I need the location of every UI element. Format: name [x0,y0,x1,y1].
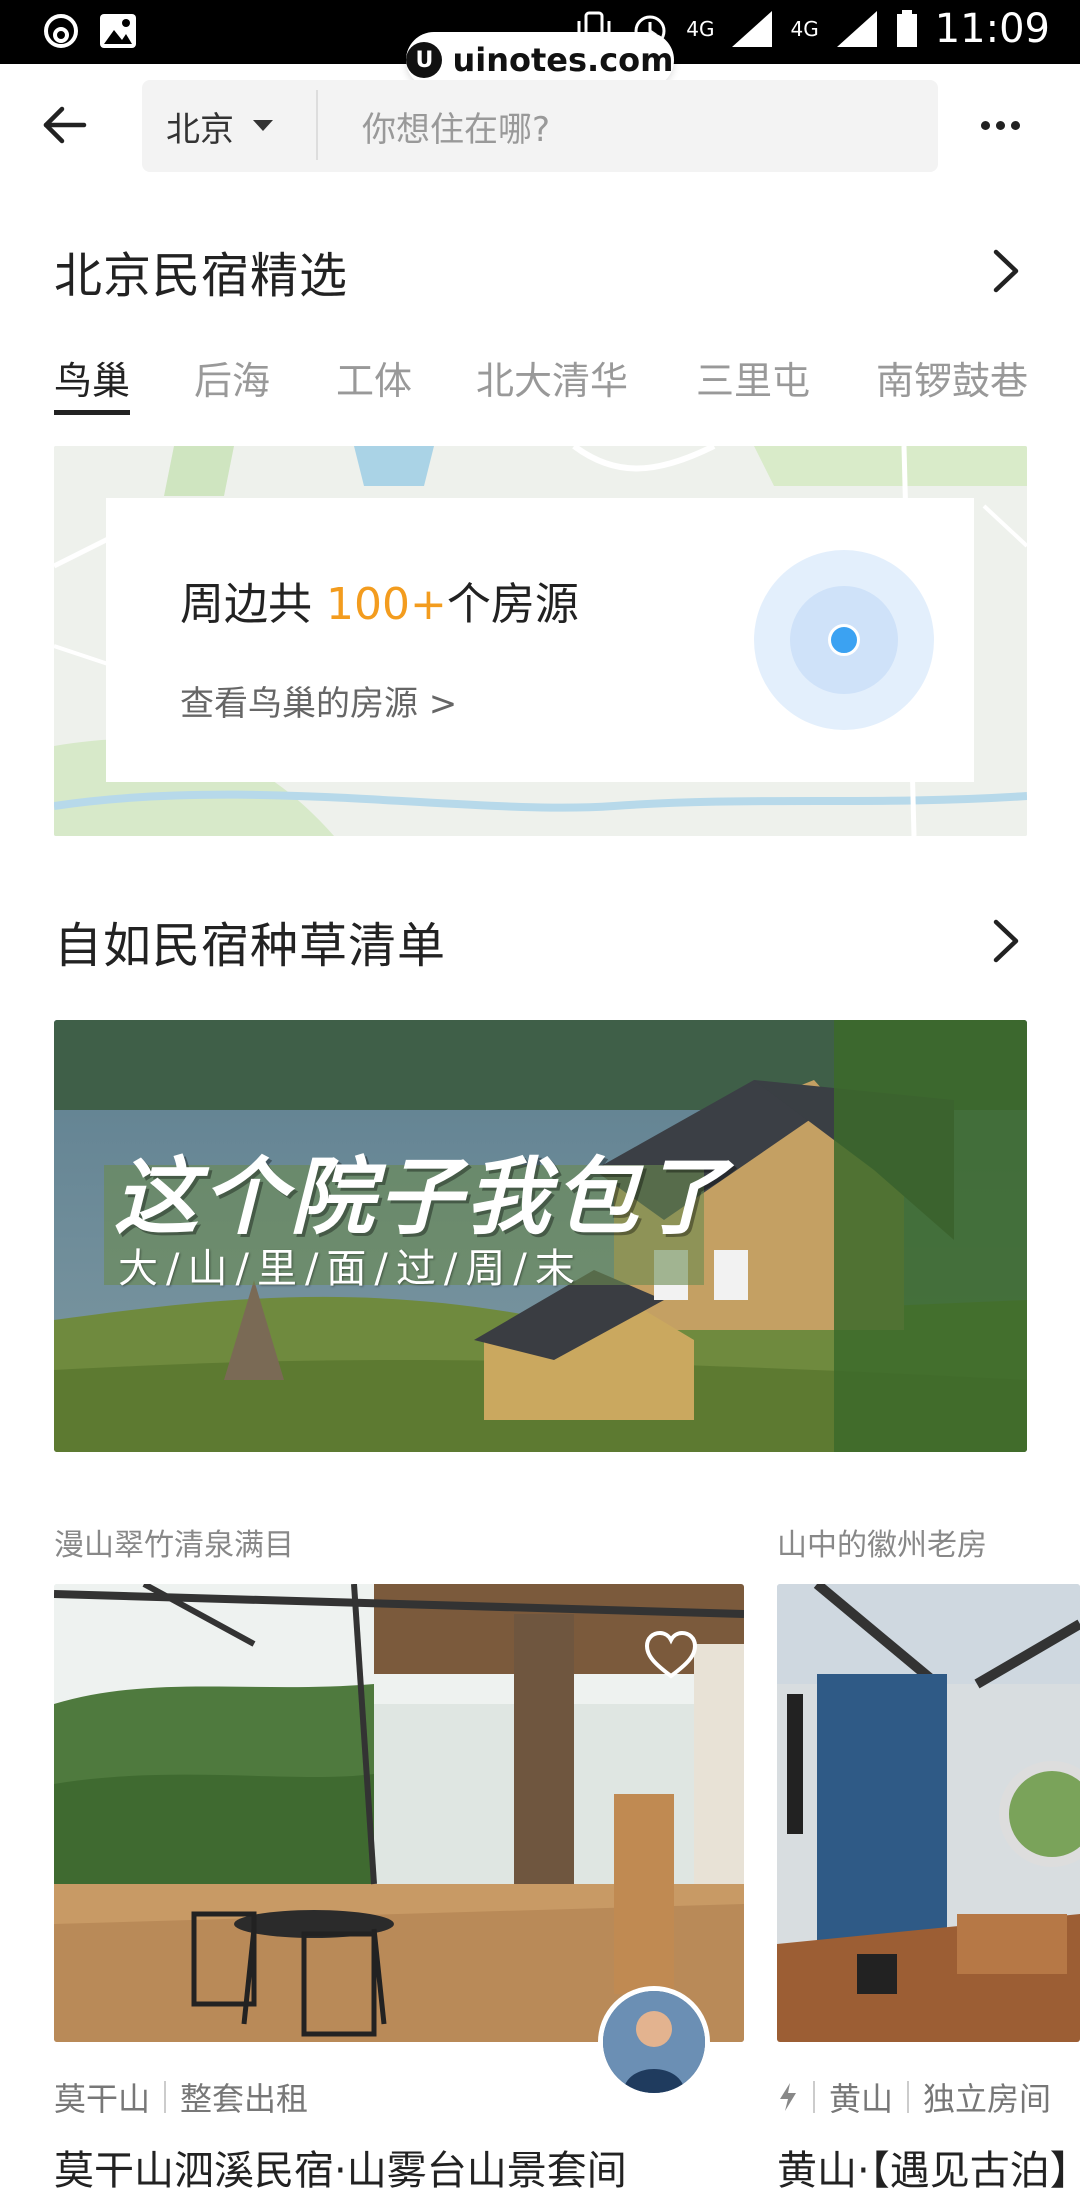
listing-photo [777,1584,1080,2042]
signal-icon-2 [836,11,877,47]
battery-icon [896,10,917,47]
tab-pku-tsinghua[interactable]: 北大清华 [476,350,628,405]
tab-houhai[interactable]: 后海 [194,350,270,405]
chevron-right-icon[interactable] [986,246,1026,296]
listing-type: 整套出租 [180,2080,309,2118]
view-listings-link[interactable]: 查看鸟巢的房源 > [180,676,457,725]
tab-gongti[interactable]: 工体 [336,350,412,405]
host-avatar[interactable] [598,1986,710,2098]
favorite-heart-icon[interactable] [643,1630,699,1680]
meta-separator [164,2081,167,2113]
status-time: 11:09 [934,6,1050,52]
section-title-beijing: 北京民宿精选 [54,248,349,304]
listing-card-image[interactable] [54,1584,744,2042]
listing-meta: 黄山 独立房间 [777,2074,1051,2120]
watermark-logo-icon: U [406,42,443,78]
map-card[interactable]: 周边共 100+个房源 查看鸟巢的房源 > [54,446,1027,836]
listing-name[interactable]: 莫干山泗溪民宿·山雾台山景套间 [54,2138,627,2196]
signal-icon [732,11,773,47]
listing-meta: 莫干山 整套出租 [54,2074,308,2120]
banner-subtitle: 大/山/里/面/过/周/末 [118,1246,583,1292]
back-arrow-icon[interactable] [40,100,90,150]
banner-title: 这个院子我包了 [114,1148,731,1246]
more-dot-icon [995,120,1005,130]
meta-separator [907,2081,910,2113]
count-suffix: 个房源 [446,579,579,630]
flash-icon [780,2083,796,2111]
listing-location: 莫干山 [54,2080,151,2118]
search-bar[interactable]: 北京 你想住在哪? [142,80,938,172]
search-input[interactable]: 你想住在哪? [362,80,550,172]
count-value: 100+ [326,579,447,630]
more-dot-icon [980,120,990,130]
location-dot [828,624,860,656]
count-prefix: 周边共 [180,579,326,630]
city-selector[interactable]: 北京 [166,80,274,172]
app-notification-icon [44,14,78,48]
network-type-1: 4G [686,17,715,41]
city-label: 北京 [166,109,234,150]
listing-photo [54,1584,744,2042]
listing-location: 黄山 [829,2080,894,2118]
more-options-button[interactable] [970,100,1030,150]
watermark-text: uinotes.com [452,41,674,79]
tab-sanlitun[interactable]: 三里屯 [696,350,810,405]
listing-category: 山中的徽州老房 [777,1528,987,1563]
map-info-card: 周边共 100+个房源 查看鸟巢的房源 > [106,498,974,782]
location-halo [790,586,898,694]
image-notification-icon [100,14,136,48]
dropdown-caret-icon [253,120,273,131]
avatar-photo [603,1991,705,2093]
listing-card-image[interactable] [777,1584,1080,2042]
status-icons-left [42,12,138,50]
search-divider [316,90,318,160]
network-type-2: 4G [790,17,819,41]
listing-type: 独立房间 [923,2080,1052,2118]
section-title-recommend: 自如民宿种草清单 [54,918,447,974]
location-pin-icon [754,550,934,730]
promo-banner[interactable]: 这个院子我包了 大/山/里/面/过/周/末 [54,1020,1027,1452]
tab-nanluoguxiang[interactable]: 南锣鼓巷 [876,350,1028,405]
listing-count-text: 周边共 100+个房源 [180,568,579,632]
more-dot-icon [1010,120,1020,130]
listing-name[interactable]: 黄山·【遇见古泊】 [777,2138,1080,2196]
meta-separator [813,2081,815,2113]
active-tab-indicator [54,410,130,415]
chevron-right-icon[interactable] [986,916,1026,966]
tab-niaochao[interactable]: 鸟巢 [54,350,130,405]
listing-category: 漫山翠竹清泉满目 [54,1528,294,1563]
